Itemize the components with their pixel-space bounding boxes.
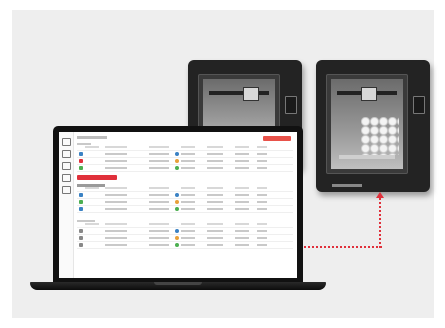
folder-icon[interactable] <box>62 162 71 170</box>
printer-right-brand-plate <box>332 184 362 187</box>
status-icon <box>175 229 179 233</box>
app-window <box>59 132 297 278</box>
app-sidebar <box>59 132 74 278</box>
status-icon <box>175 243 179 247</box>
file-type-icon <box>79 152 83 156</box>
file-type-icon <box>79 200 83 204</box>
status-icon <box>175 152 179 156</box>
table-row[interactable] <box>77 151 293 158</box>
file-type-icon <box>79 207 83 211</box>
table-row[interactable] <box>77 206 293 213</box>
table-row[interactable] <box>77 158 293 165</box>
table-row[interactable] <box>77 192 293 199</box>
printer-icon[interactable] <box>62 150 71 158</box>
history-table-header <box>77 221 293 228</box>
page-title <box>77 134 293 142</box>
file-type-icon <box>79 243 83 247</box>
start-print-button[interactable] <box>77 175 117 180</box>
arrow-up-icon <box>376 192 384 198</box>
printer-right <box>316 60 430 192</box>
printing-table-header <box>77 185 293 192</box>
status-icon <box>175 236 179 240</box>
table-row[interactable] <box>77 165 293 172</box>
printed-part-lattice <box>361 117 399 155</box>
table-row[interactable] <box>77 199 293 206</box>
print-head-icon <box>361 87 377 101</box>
user-icon[interactable] <box>62 174 71 182</box>
file-type-icon <box>79 236 83 240</box>
print-bed <box>339 155 395 159</box>
add-to-queue-button[interactable] <box>263 136 291 141</box>
queue-table-header <box>77 144 293 151</box>
laptop-screen <box>53 126 303 282</box>
file-type-icon <box>79 229 83 233</box>
printer-right-window <box>326 74 408 174</box>
table-row[interactable] <box>77 235 293 242</box>
connector-line-right <box>379 198 381 248</box>
file-type-icon <box>79 166 83 170</box>
home-icon[interactable] <box>62 138 71 146</box>
hero-scene <box>12 10 434 318</box>
status-icon <box>175 207 179 211</box>
history-table <box>77 228 293 249</box>
queue-table <box>77 151 293 172</box>
status-icon <box>175 193 179 197</box>
table-row[interactable] <box>77 242 293 249</box>
print-head-icon <box>243 87 259 101</box>
printing-table <box>77 192 293 213</box>
file-type-icon <box>79 159 83 163</box>
printer-right-control-panel <box>413 96 425 114</box>
status-icon <box>175 200 179 204</box>
status-icon <box>175 159 179 163</box>
file-type-icon <box>79 193 83 197</box>
printer-left-control-panel <box>285 96 297 114</box>
status-icon <box>175 166 179 170</box>
table-row[interactable] <box>77 228 293 235</box>
settings-icon[interactable] <box>62 186 71 194</box>
laptop-hinge-notch <box>154 282 202 285</box>
app-main <box>77 134 293 278</box>
